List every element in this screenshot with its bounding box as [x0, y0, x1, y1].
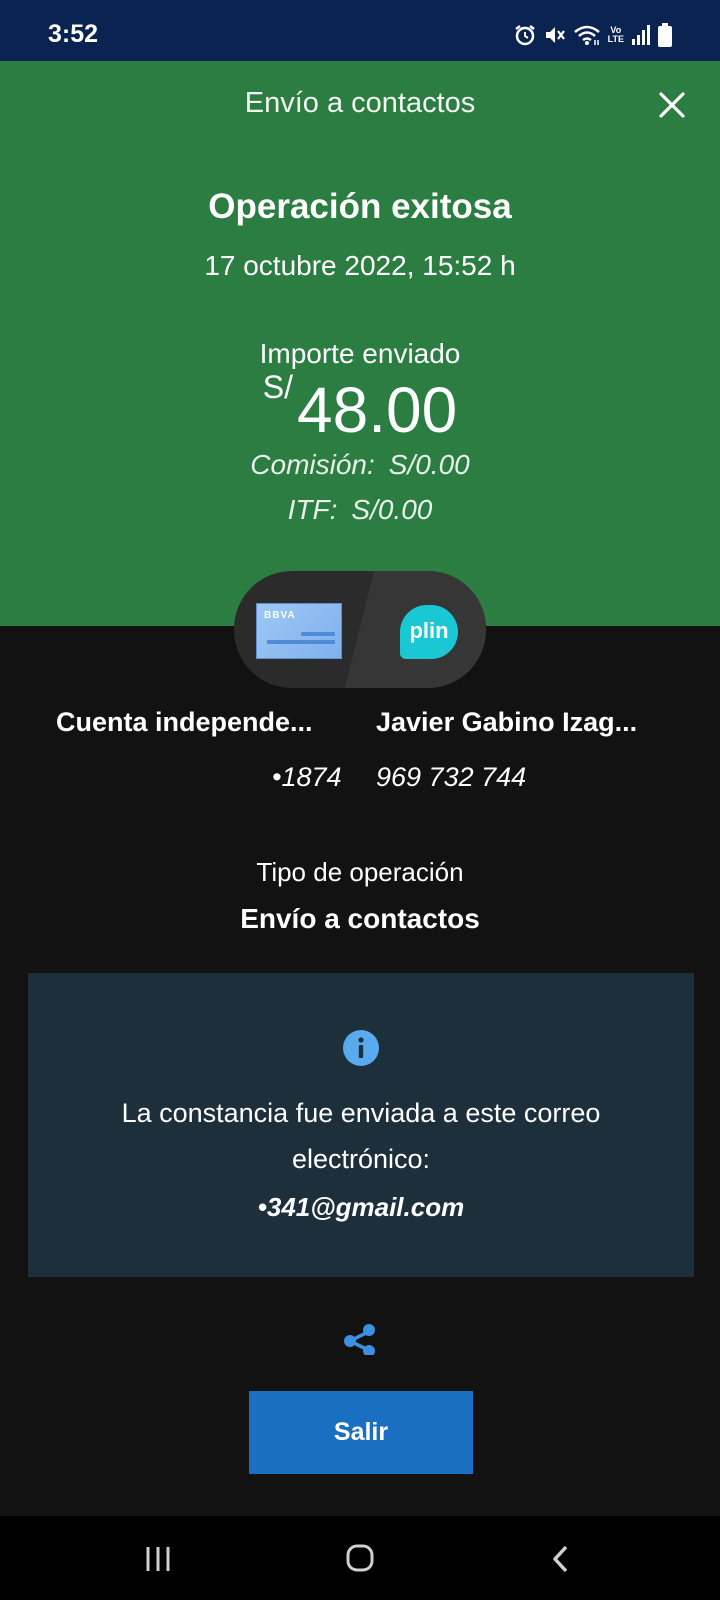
- status-time: 3:52: [48, 20, 99, 48]
- transfer-logos: BBVA plin: [234, 571, 486, 688]
- signal-icon: [632, 25, 650, 45]
- bbva-card-icon: BBVA: [256, 603, 342, 659]
- operation-type-label: Tipo de operación: [256, 857, 464, 887]
- exit-button[interactable]: Salir: [249, 1391, 473, 1474]
- commission-label: Comisión:: [250, 449, 375, 480]
- itf-value: S/0.00: [351, 494, 433, 525]
- info-icon: [343, 1030, 379, 1066]
- operation-date: 17 octubre 2022, 15:52 h: [204, 250, 516, 281]
- plin-logo-icon: plin: [400, 605, 458, 659]
- operation-type-value: Envío a contactos: [240, 903, 480, 934]
- page-title: Envío a contactos: [244, 87, 476, 119]
- plin-brand: plin: [409, 618, 449, 643]
- itf-label: ITF:: [287, 494, 338, 525]
- origin-account-number: •1874: [272, 762, 342, 792]
- battery-icon: [658, 23, 672, 47]
- amount: S/48.00: [0, 369, 720, 447]
- status-icons: Vo LTE: [514, 22, 672, 48]
- success-header: Envío a contactos Operación exitosa 17 o…: [0, 61, 720, 626]
- amount-currency: S/: [262, 369, 294, 405]
- amount-value: 48.00: [297, 374, 458, 446]
- navigation-bar: [0, 1516, 720, 1600]
- receipt-message: La constancia fue enviada a este correo …: [121, 1098, 601, 1174]
- back-icon[interactable]: [542, 1541, 582, 1577]
- home-icon[interactable]: [340, 1541, 380, 1577]
- volte-icon: Vo LTE: [608, 26, 624, 44]
- amount-label: Importe enviado: [259, 338, 461, 369]
- commission-line: Comisión: S/0.00: [0, 449, 720, 481]
- status-bar: 3:52 Vo LTE: [0, 0, 720, 61]
- recent-apps-icon[interactable]: [138, 1541, 178, 1577]
- mute-icon: [545, 27, 565, 43]
- share-icon[interactable]: [343, 1321, 377, 1355]
- receipt-info-box: La constancia fue enviada a este correo …: [28, 973, 694, 1277]
- bbva-brand: BBVA: [264, 610, 296, 621]
- alarm-icon: [514, 25, 535, 46]
- close-icon[interactable]: [654, 87, 690, 123]
- destination-phone-number: 969 732 744: [376, 762, 527, 792]
- origin-account-name: Cuenta independe...: [56, 707, 313, 737]
- receipt-email: •341@gmail.com: [257, 1192, 465, 1222]
- result-title: Operación exitosa: [208, 187, 512, 226]
- itf-line: ITF: S/0.00: [0, 494, 720, 526]
- commission-value: S/0.00: [388, 449, 470, 480]
- destination-contact-name: Javier Gabino Izag...: [376, 707, 638, 737]
- wifi-icon: [573, 25, 600, 45]
- volte-bottom-text: LTE: [607, 34, 624, 44]
